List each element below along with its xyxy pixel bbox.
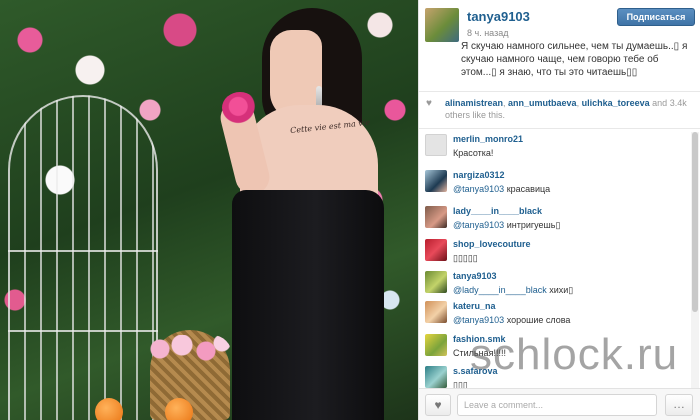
commenter-avatar[interactable] [425, 170, 447, 192]
comment-username[interactable]: shop_lovecouture [453, 239, 531, 249]
author-avatar[interactable] [425, 8, 459, 42]
likes-count: 3.4k [669, 98, 687, 108]
comment-text: @tanya9103 хорошие слова [453, 315, 687, 325]
comments-scrollbar[interactable] [691, 132, 699, 388]
liker-link[interactable]: alinamistrean [445, 98, 503, 108]
scrollbar-thumb[interactable] [692, 132, 698, 312]
post-timestamp: 8 ч. назад [467, 28, 509, 38]
follow-button[interactable]: Подписаться [617, 8, 695, 26]
comment-mention[interactable]: @tanya9103 [453, 220, 504, 230]
comment-body: ▯▯▯ [453, 380, 468, 388]
likes-and: and [652, 98, 668, 108]
comment-item: s.safarova ▯▯▯ [419, 362, 689, 388]
commenter-avatar[interactable] [425, 271, 447, 293]
commenter-avatar[interactable] [425, 206, 447, 228]
comment-username[interactable]: merlin_monro21 [453, 134, 523, 144]
commenter-avatar[interactable] [425, 134, 447, 156]
comment-text: @tanya9103 красавица [453, 184, 687, 194]
comment-item: merlin_monro21 Красотка! [419, 130, 689, 170]
comment-input[interactable] [457, 394, 657, 416]
commenter-avatar[interactable] [425, 334, 447, 356]
comment-mention[interactable]: @tanya9103 [453, 315, 504, 325]
more-options-button[interactable]: … [665, 394, 693, 416]
liker-link[interactable]: ann_umutbaeva [508, 98, 577, 108]
comment-body: Красотка! [453, 148, 494, 158]
comment-text: @tanya9103 интригуешь▯ [453, 220, 687, 231]
decorative-cage [8, 95, 158, 420]
comment-body: красавица [506, 184, 551, 194]
likes-suffix: others like this. [445, 110, 506, 120]
liker-link[interactable]: ulichka_toreeva [582, 98, 650, 108]
comment-item: nargiza0312 @tanya9103 красавица [419, 166, 689, 206]
post-side-panel: tanya9103 8 ч. назад Подписаться Я скуча… [418, 0, 700, 420]
comment-body: ▯▯▯▯▯ [453, 253, 478, 263]
cage-ring [8, 250, 158, 252]
author-username[interactable]: tanya9103 [467, 9, 530, 24]
post-caption: Я скучаю намного сильнее, чем ты думаешь… [461, 41, 688, 78]
comment-username[interactable]: kateru_na [453, 301, 496, 311]
pink-flower [222, 92, 258, 124]
commenter-avatar[interactable] [425, 366, 447, 388]
comment-username[interactable]: s.safarova [453, 366, 498, 376]
comment-text: Красотка! [453, 148, 687, 158]
basket-flowers [148, 335, 232, 375]
comment-mention[interactable]: @lady____in____black [453, 285, 547, 295]
commenter-avatar[interactable] [425, 301, 447, 323]
comment-username[interactable]: fashion.smk [453, 334, 506, 344]
comment-mention[interactable]: @tanya9103 [453, 184, 504, 194]
heart-icon: ♥ [426, 98, 432, 109]
post-header: tanya9103 8 ч. назад Подписаться Я скуча… [419, 0, 700, 92]
orange-fruit [165, 398, 193, 420]
comment-username[interactable]: tanya9103 [453, 271, 497, 281]
comment-body: Стильная!!!!! [453, 348, 506, 358]
comment-text: ▯▯▯ [453, 380, 687, 388]
comment-body: интригуешь▯ [506, 220, 561, 230]
black-dress [232, 190, 384, 420]
post-photo[interactable]: Cette vie est ma vie [0, 0, 418, 420]
commenter-avatar[interactable] [425, 239, 447, 261]
comment-list: merlin_monro21 Красотка! nargiza0312 @ta… [419, 130, 689, 388]
comment-text: Стильная!!!!! [453, 348, 687, 358]
comment-text: ▯▯▯▯▯ [453, 253, 687, 264]
orange-fruit [95, 398, 123, 420]
likes-summary: ♥ alinamistrean, ann_umutbaeva, ulichka_… [419, 93, 700, 129]
cage-ring [8, 330, 158, 332]
heart-icon: ♥ [434, 398, 442, 412]
comment-username[interactable]: nargiza0312 [453, 170, 505, 180]
comment-username[interactable]: lady____in____black [453, 206, 542, 216]
comment-body: хихи▯ [549, 285, 574, 295]
comment-text: @lady____in____black хихи▯ [453, 285, 687, 296]
comment-footer: ♥ … [419, 388, 700, 420]
like-button[interactable]: ♥ [425, 394, 451, 416]
comment-body: хорошие слова [506, 315, 571, 325]
ellipsis-icon: … [673, 397, 685, 411]
